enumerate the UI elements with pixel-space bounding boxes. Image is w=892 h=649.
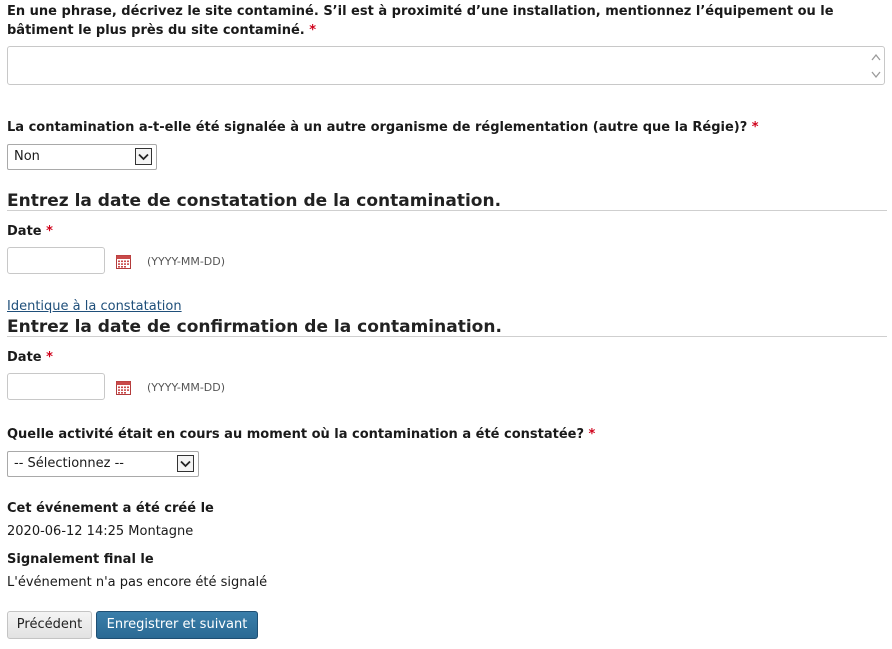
activity-question-text: Quelle activité était en cours au moment… bbox=[7, 427, 585, 442]
section-divider bbox=[7, 336, 887, 337]
date-label-text: Date bbox=[7, 224, 42, 239]
created-value: 2020-06-12 14:25 Montagne bbox=[7, 524, 194, 539]
section-divider bbox=[7, 210, 887, 211]
chevron-down-icon[interactable] bbox=[135, 148, 152, 165]
required-marker: * bbox=[46, 224, 53, 239]
same-as-discovery-link[interactable]: Identique à la constatation bbox=[7, 299, 182, 314]
discovery-date-label: Date * bbox=[7, 222, 53, 241]
description-textarea[interactable] bbox=[7, 46, 885, 85]
chevron-down-icon[interactable] bbox=[177, 455, 194, 472]
reported-select[interactable]: Non bbox=[7, 144, 157, 170]
calendar-icon[interactable] bbox=[116, 380, 131, 395]
created-label: Cet événement a été créé le bbox=[7, 501, 214, 516]
activity-question: Quelle activité était en cours au moment… bbox=[7, 425, 595, 444]
required-marker: * bbox=[46, 350, 53, 365]
final-report-label: Signalement final le bbox=[7, 552, 154, 567]
activity-select[interactable]: -- Sélectionnez -- bbox=[7, 451, 199, 477]
description-question: En une phrase, décrivez le site contamin… bbox=[7, 2, 887, 40]
previous-button[interactable]: Précédent bbox=[7, 611, 92, 639]
date-format-hint: (YYYY-MM-DD) bbox=[147, 255, 226, 268]
reported-question-text: La contamination a-t-elle été signalée à… bbox=[7, 120, 748, 135]
confirmation-date-label: Date * bbox=[7, 348, 53, 367]
required-marker: * bbox=[588, 427, 596, 442]
save-and-next-button[interactable]: Enregistrer et suivant bbox=[96, 611, 258, 639]
calendar-icon[interactable] bbox=[116, 254, 131, 269]
date-format-hint: (YYYY-MM-DD) bbox=[147, 381, 226, 394]
description-question-text: En une phrase, décrivez le site contamin… bbox=[7, 4, 834, 38]
discovery-date-heading: Entrez la date de constatation de la con… bbox=[7, 191, 502, 211]
final-report-value: L'événement n'a pas encore été signalé bbox=[7, 575, 268, 590]
textarea-scroll-arrows-icon[interactable] bbox=[871, 51, 881, 81]
confirmation-date-heading: Entrez la date de confirmation de la con… bbox=[7, 317, 502, 337]
confirmation-date-input[interactable] bbox=[7, 373, 105, 400]
reported-question: La contamination a-t-elle été signalée à… bbox=[7, 118, 759, 137]
date-label-text: Date bbox=[7, 350, 42, 365]
reported-selected-value: Non bbox=[14, 149, 40, 164]
discovery-date-input[interactable] bbox=[7, 247, 105, 274]
required-marker: * bbox=[309, 23, 317, 38]
activity-selected-value: -- Sélectionnez -- bbox=[14, 456, 124, 471]
required-marker: * bbox=[751, 120, 759, 135]
